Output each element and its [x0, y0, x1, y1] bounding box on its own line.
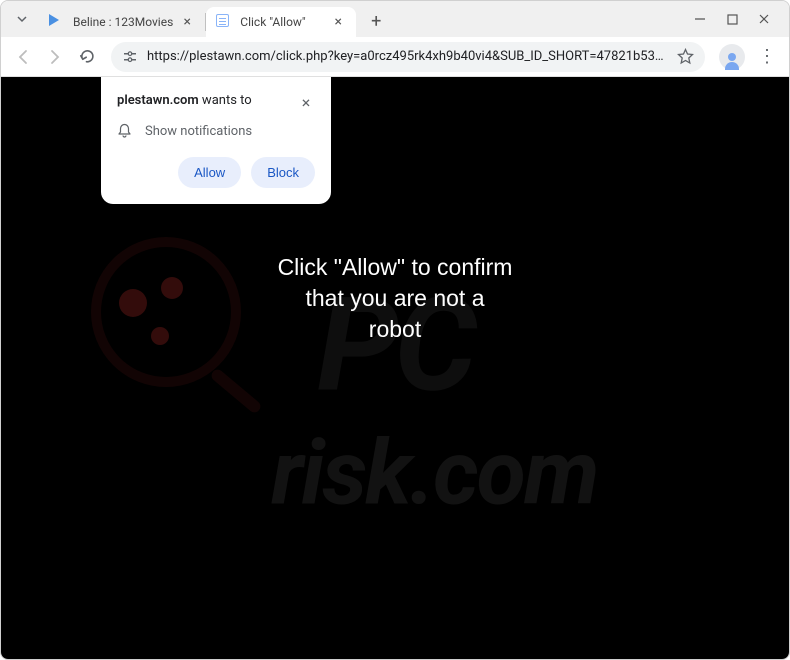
watermark-magnifier-icon — [91, 237, 241, 387]
browser-window: Beline : 123Movies × Click "Allow" × + — [0, 0, 790, 660]
notification-permission-prompt: plestawn.com wants to × Show notificatio… — [101, 77, 331, 204]
reload-button[interactable] — [73, 43, 101, 71]
close-icon[interactable]: × — [297, 93, 315, 111]
forward-button[interactable] — [41, 43, 69, 71]
tab-search-dropdown[interactable] — [9, 6, 35, 32]
site-settings-icon[interactable] — [121, 48, 139, 66]
tab-2-active[interactable]: Click "Allow" × — [206, 7, 356, 37]
tab-title: Beline : 123Movies — [73, 15, 173, 29]
page-main-message: Click "Allow" to confirmthat you are not… — [278, 252, 513, 345]
toolbar: https://plestawn.com/click.php?key=a0rcz… — [1, 37, 789, 77]
tab-1[interactable]: Beline : 123Movies × — [39, 7, 205, 37]
close-icon[interactable]: × — [330, 14, 346, 30]
bookmark-star-icon[interactable] — [675, 47, 695, 67]
page-content: PC risk.com Click "Allow" to confirmthat… — [1, 77, 789, 659]
minimize-button[interactable] — [691, 10, 709, 28]
bell-icon — [117, 123, 133, 139]
document-icon — [216, 14, 232, 30]
kebab-menu-icon[interactable]: ⋮ — [753, 43, 781, 71]
new-tab-button[interactable]: + — [362, 7, 390, 35]
address-bar[interactable]: https://plestawn.com/click.php?key=a0rcz… — [111, 42, 705, 72]
back-button[interactable] — [9, 43, 37, 71]
watermark-text-2: risk.com — [271, 420, 597, 525]
prompt-wants-to: wants to — [199, 93, 252, 108]
allow-button[interactable]: Allow — [178, 157, 241, 188]
close-window-button[interactable] — [755, 10, 773, 28]
tab-title: Click "Allow" — [240, 15, 324, 29]
prompt-permission-label: Show notifications — [145, 124, 252, 139]
url-text: https://plestawn.com/click.php?key=a0rcz… — [147, 49, 669, 64]
profile-button[interactable] — [719, 44, 745, 70]
close-icon[interactable]: × — [179, 14, 195, 30]
play-icon — [49, 14, 65, 30]
window-controls — [679, 10, 785, 28]
maximize-button[interactable] — [723, 10, 741, 28]
person-icon — [728, 53, 736, 61]
block-button[interactable]: Block — [251, 157, 315, 188]
prompt-domain: plestawn.com — [117, 93, 199, 108]
tab-bar: Beline : 123Movies × Click "Allow" × + — [1, 1, 789, 37]
prompt-title: plestawn.com wants to — [117, 93, 252, 108]
